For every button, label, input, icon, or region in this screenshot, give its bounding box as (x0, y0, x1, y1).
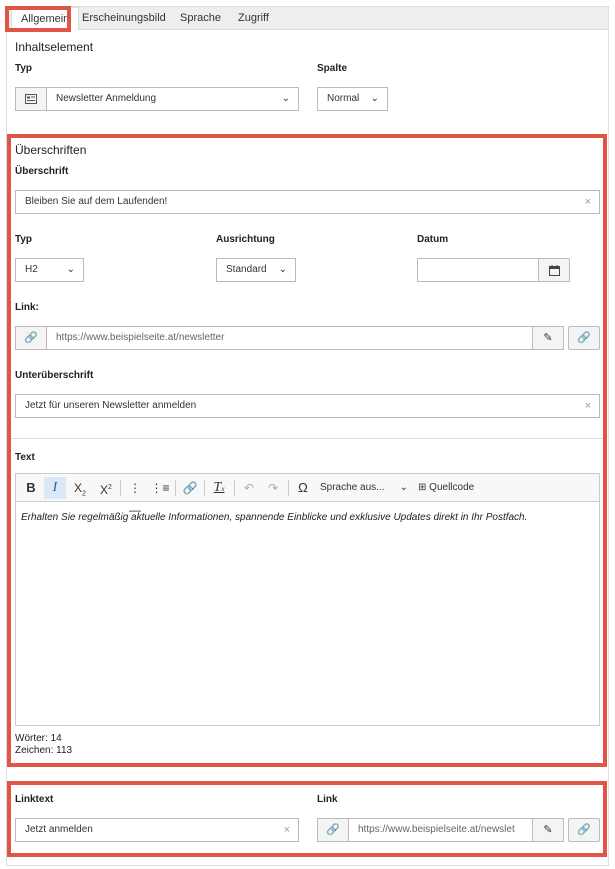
section-title-inhaltselement: Inhaltselement (15, 40, 94, 54)
heading-value: Bleiben Sie auf dem Laufenden! (25, 196, 168, 207)
link-input[interactable]: https://www.beispielseite.at/newsletter (46, 326, 533, 350)
char-count: Zeichen: 113 (15, 745, 73, 756)
toolbar-separator (120, 480, 121, 496)
clear-icon[interactable]: × (585, 191, 591, 213)
rich-text-editor: B I X2 X2 ⋮— ⋮≡ 🔗 Tx ↶ ↷ Ω Sprache aus..… (15, 473, 600, 726)
chevron-down-icon: ⌄ (281, 93, 290, 104)
heading-type-label: Typ (15, 234, 33, 245)
numbered-list-icon[interactable]: ⋮≡ (149, 477, 171, 499)
link-icon: 🔗 (577, 824, 591, 836)
date-label: Datum (417, 234, 449, 245)
chevron-down-icon: ⌄ (370, 93, 379, 104)
content-type-value: Newsletter Anmeldung (56, 93, 157, 104)
special-char-icon[interactable]: Ω (292, 477, 314, 499)
link-label: Link: (15, 302, 39, 313)
heading-input[interactable]: Bleiben Sie auf dem Laufenden! × (15, 190, 600, 214)
word-count: Wörter: 14 (15, 733, 62, 744)
clear-icon[interactable]: × (284, 819, 290, 841)
calendar-button[interactable] (538, 258, 570, 282)
source-code-button[interactable]: ⊞ Quellcode (418, 477, 488, 499)
chevron-down-icon: ⌄ (278, 264, 287, 275)
tab-sprache[interactable]: Sprache (171, 7, 230, 30)
link-button[interactable]: 🔗 (568, 818, 600, 842)
column-label: Spalte (317, 63, 348, 74)
link-icon: 🔗 (577, 332, 591, 344)
tab-allgemein[interactable]: Allgemein (11, 7, 80, 31)
source-code-icon: ⊞ (418, 482, 427, 493)
link-button[interactable]: 🔗 (568, 326, 600, 350)
bold-icon[interactable]: B (20, 477, 42, 499)
content-type-icon-box (15, 87, 47, 111)
language-label: Sprache aus... (320, 482, 385, 493)
section-title-ueberschriften: Überschriften (15, 143, 87, 157)
undo-icon[interactable]: ↶ (238, 477, 260, 499)
subheading-value: Jetzt für unseren Newsletter anmelden (25, 400, 197, 411)
link-browser-icon: ✎ (543, 824, 553, 836)
column-value: Normal (327, 93, 360, 104)
linktext-value: Jetzt anmelden (25, 824, 93, 835)
tab-zugriff[interactable]: Zugriff (229, 7, 278, 30)
chevron-down-icon: ⌄ (66, 264, 75, 275)
toolbar-separator (288, 480, 289, 496)
toolbar-separator (204, 480, 205, 496)
link-browser-icon: ✎ (543, 332, 553, 344)
link-browser-button[interactable]: ✎ (532, 326, 564, 350)
section-divider (10, 438, 603, 439)
link-browser-button[interactable]: ✎ (532, 818, 564, 842)
remove-format-icon[interactable]: Tx (208, 477, 230, 499)
link-icon[interactable]: 🔗 (179, 477, 201, 499)
redo-icon[interactable]: ↷ (262, 477, 284, 499)
type-label: Typ (15, 63, 33, 74)
bullet-list-icon[interactable]: ⋮— (124, 477, 146, 517)
heading-type-value: H2 (25, 264, 38, 275)
italic-icon[interactable]: I (44, 477, 66, 499)
source-code-label: Quellcode (429, 482, 475, 493)
alignment-label: Ausrichtung (216, 234, 275, 245)
alignment-value: Standard (226, 264, 267, 275)
tab-erscheinungsbild[interactable]: Erscheinungsbild (73, 7, 175, 30)
tab-bar: Allgemein Erscheinungsbild Sprache Zugri… (6, 6, 609, 31)
subscript-icon[interactable]: X2 (69, 477, 91, 499)
editor-content[interactable]: Erhalten Sie regelmäßig aktuelle Informa… (21, 512, 527, 523)
chevron-down-icon: ⌄ (399, 482, 408, 493)
clear-icon[interactable]: × (585, 395, 591, 417)
linktext-label: Linktext (15, 794, 54, 805)
link-icon-box: 🔗 (317, 818, 349, 842)
date-input[interactable] (417, 258, 539, 282)
toolbar-separator (234, 480, 235, 496)
form-panel (6, 30, 609, 866)
text-label: Text (15, 452, 35, 463)
subheading-input[interactable]: Jetzt für unseren Newsletter anmelden × (15, 394, 600, 418)
link-icon: 🔗 (24, 332, 38, 344)
superscript-icon[interactable]: X2 (95, 477, 117, 499)
editor-toolbar: B I X2 X2 ⋮— ⋮≡ 🔗 Tx ↶ ↷ Ω Sprache aus..… (16, 474, 599, 517)
column-select[interactable]: Normal ⌄ (317, 87, 388, 111)
toolbar-separator (175, 480, 176, 496)
calendar-icon (548, 264, 560, 276)
heading-label: Überschrift (15, 166, 69, 177)
alignment-select[interactable]: Standard ⌄ (216, 258, 296, 282)
link-icon: 🔗 (326, 824, 340, 836)
subheading-label: Unterüberschrift (15, 370, 94, 381)
language-dropdown[interactable]: Sprache aus... ⌄ (320, 477, 410, 499)
linktext-input[interactable]: Jetzt anmelden × (15, 818, 299, 842)
content-type-icon (25, 94, 37, 105)
content-type-select[interactable]: Newsletter Anmeldung ⌄ (46, 87, 299, 111)
link-icon-box: 🔗 (15, 326, 47, 350)
link-section-input[interactable]: https://www.beispielseite.at/newslet (348, 818, 533, 842)
heading-type-select[interactable]: H2 ⌄ (15, 258, 84, 282)
link-section-label: Link (317, 794, 338, 805)
